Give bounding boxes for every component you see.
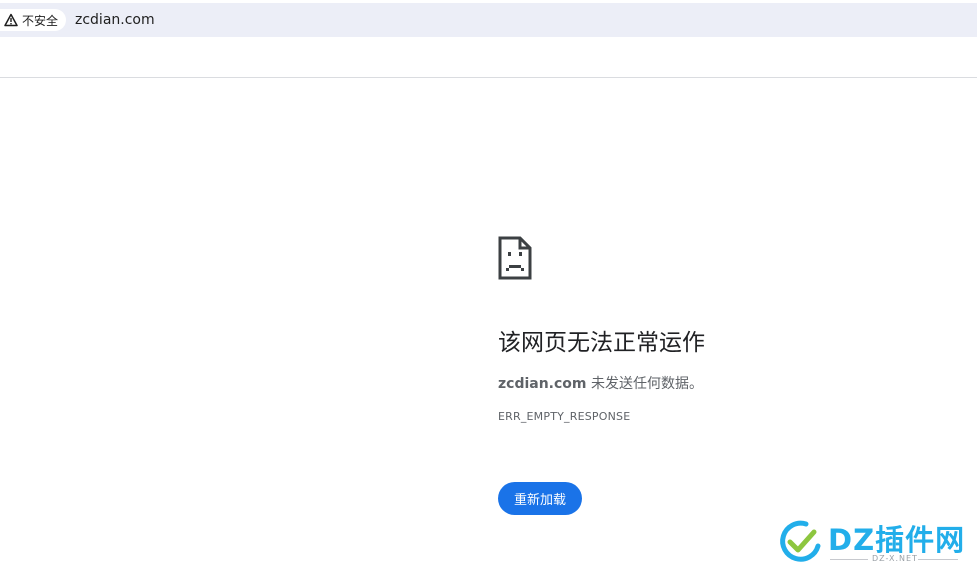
security-indicator[interactable]: 不安全 [0, 9, 67, 31]
checkmark-logo-icon [776, 516, 824, 568]
security-label: 不安全 [22, 13, 59, 28]
watermark: DZ插件网 DZ-X.NET [776, 513, 976, 577]
error-code: ERR_EMPTY_RESPONSE [498, 410, 631, 423]
watermark-rule-left [830, 559, 868, 560]
reload-button[interactable]: 重新加载 [498, 482, 583, 515]
sad-document-icon [498, 236, 958, 280]
warning-triangle-icon [4, 13, 18, 27]
watermark-rule-right [918, 559, 958, 560]
watermark-title: DZ插件网 [828, 523, 966, 557]
address-bar[interactable]: 不安全 zcdian.com [0, 3, 977, 37]
error-page: 该网页无法正常运作 zcdian.com 未发送任何数据。 ERR_EMPTY_… [498, 236, 958, 515]
error-message: 未发送任何数据。 [586, 376, 703, 392]
error-host: zcdian.com [498, 376, 587, 392]
url-text[interactable]: zcdian.com [75, 11, 155, 29]
watermark-subtitle: DZ-X.NET [872, 554, 918, 563]
error-summary: zcdian.com 未发送任何数据。 [498, 374, 958, 394]
browser-toolbar: 不安全 zcdian.com [0, 0, 977, 78]
error-heading: 该网页无法正常运作 [498, 330, 705, 356]
